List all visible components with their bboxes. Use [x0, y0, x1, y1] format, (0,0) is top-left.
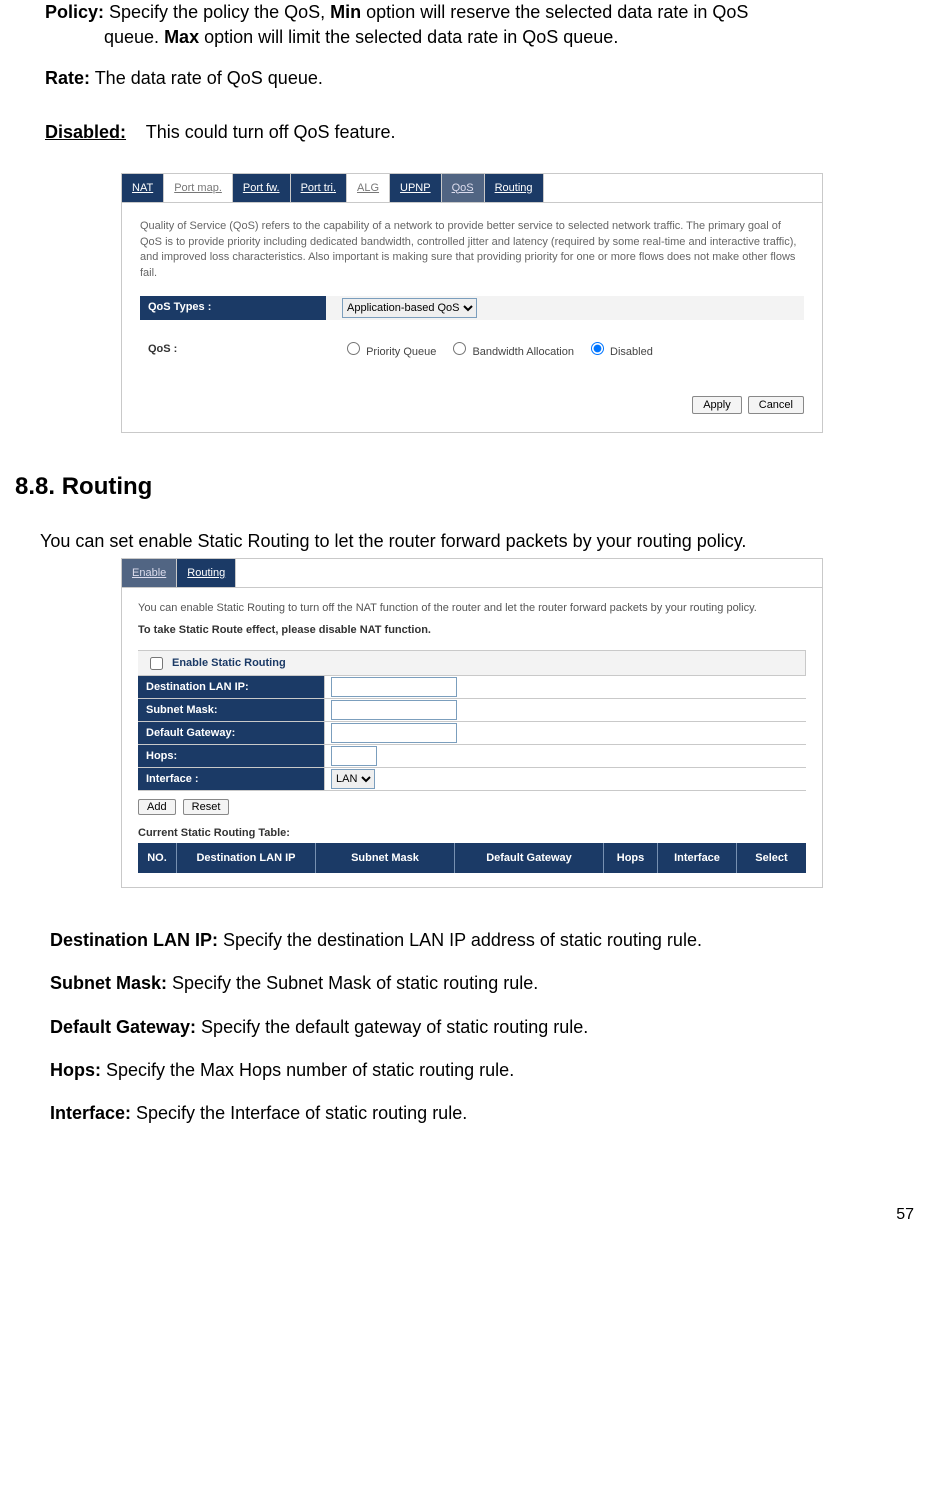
subnet-mask-input[interactable]: [331, 700, 457, 720]
tab-enable[interactable]: Enable: [122, 559, 177, 587]
dest-definition: Destination LAN IP: Specify the destinat…: [50, 928, 934, 953]
enable-static-routing-checkbox[interactable]: [150, 657, 163, 670]
add-button[interactable]: Add: [138, 799, 176, 815]
col-select: Select: [737, 843, 806, 873]
section-heading: 8.8. Routing: [15, 473, 934, 501]
col-no: NO.: [138, 843, 177, 873]
current-table-title: Current Static Routing Table:: [138, 827, 806, 839]
routing-description: You can enable Static Routing to turn of…: [138, 602, 806, 614]
tab-alg[interactable]: ALG: [347, 174, 390, 202]
radio-bandwidth-input[interactable]: [453, 342, 466, 355]
qos-description: Quality of Service (QoS) refers to the c…: [140, 219, 804, 283]
radio-bandwidth[interactable]: Bandwidth Allocation: [448, 339, 574, 361]
col-iface: Interface: [658, 843, 737, 873]
subnet-mask-label: Subnet Mask:: [138, 699, 325, 721]
default-gateway-label: Default Gateway:: [138, 722, 325, 744]
interface-definition: Interface: Specify the Interface of stat…: [50, 1101, 934, 1126]
radio-disabled[interactable]: Disabled: [586, 339, 653, 361]
cancel-button[interactable]: Cancel: [748, 396, 804, 414]
max-bold: Max: [164, 27, 199, 47]
rate-definition: Rate: The data rate of QoS queue.: [45, 66, 934, 91]
tab-portmap[interactable]: Port map.: [164, 174, 233, 202]
col-hops: Hops: [604, 843, 658, 873]
disabled-text: This could turn off QoS feature.: [126, 122, 395, 142]
qos-tabbar: NAT Port map. Port fw. Port tri. ALG UPN…: [122, 174, 822, 203]
col-subnet: Subnet Mask: [316, 843, 455, 873]
disabled-label: Disabled:: [45, 122, 126, 142]
tab-portfw[interactable]: Port fw.: [233, 174, 291, 202]
qos-types-select[interactable]: Application-based QoS: [342, 298, 477, 318]
default-gateway-input[interactable]: [331, 723, 457, 743]
radio-priority[interactable]: Priority Queue: [342, 339, 436, 361]
qos-screenshot: NAT Port map. Port fw. Port tri. ALG UPN…: [10, 173, 934, 434]
hops-definition: Hops: Specify the Max Hops number of sta…: [50, 1058, 934, 1083]
policy-definition: Policy: Specify the policy the QoS, Min …: [45, 0, 934, 50]
col-gateway: Default Gateway: [455, 843, 604, 873]
policy-text-2: option will reserve the selected data ra…: [361, 2, 748, 22]
radio-priority-input[interactable]: [347, 342, 360, 355]
rate-label: Rate:: [45, 68, 90, 88]
qos-types-label: QoS Types :: [140, 296, 326, 320]
routing-note: To take Static Route effect, please disa…: [138, 624, 806, 636]
enable-static-routing-label: Enable Static Routing: [172, 657, 286, 669]
tab-routing-sub[interactable]: Routing: [177, 559, 236, 587]
tab-qos[interactable]: QoS: [442, 174, 485, 202]
tab-upnp[interactable]: UPNP: [390, 174, 442, 202]
col-dest: Destination LAN IP: [177, 843, 316, 873]
policy-line2-b: option will limit the selected data rate…: [199, 27, 618, 47]
interface-label: Interface :: [138, 768, 325, 790]
routing-tabbar: Enable Routing: [122, 559, 822, 588]
radio-disabled-input[interactable]: [591, 342, 604, 355]
min-bold: Min: [330, 2, 361, 22]
dest-lan-ip-label: Destination LAN IP:: [138, 676, 325, 698]
policy-label: Policy:: [45, 2, 104, 22]
tab-porttri[interactable]: Port tri.: [291, 174, 347, 202]
routing-table-header: NO. Destination LAN IP Subnet Mask Defau…: [138, 843, 806, 873]
policy-text-1: Specify the policy the QoS,: [104, 2, 330, 22]
page-number: 57: [10, 1206, 914, 1224]
hops-input[interactable]: [331, 746, 377, 766]
tab-nat[interactable]: NAT: [122, 174, 164, 202]
reset-button[interactable]: Reset: [183, 799, 230, 815]
dest-lan-ip-input[interactable]: [331, 677, 457, 697]
qos-label: QoS :: [140, 338, 326, 362]
interface-select[interactable]: LAN: [331, 769, 375, 789]
section-intro: You can set enable Static Routing to let…: [40, 531, 934, 552]
gateway-definition: Default Gateway: Specify the default gat…: [50, 1015, 934, 1040]
policy-line2-a: queue.: [104, 27, 164, 47]
subnet-definition: Subnet Mask: Specify the Subnet Mask of …: [50, 971, 934, 996]
hops-label: Hops:: [138, 745, 325, 767]
apply-button[interactable]: Apply: [692, 396, 742, 414]
disabled-definition: Disabled: This could turn off QoS featur…: [45, 122, 934, 143]
tab-routing[interactable]: Routing: [485, 174, 544, 202]
rate-text: The data rate of QoS queue.: [90, 68, 323, 88]
routing-screenshot: Enable Routing You can enable Static Rou…: [10, 558, 934, 888]
